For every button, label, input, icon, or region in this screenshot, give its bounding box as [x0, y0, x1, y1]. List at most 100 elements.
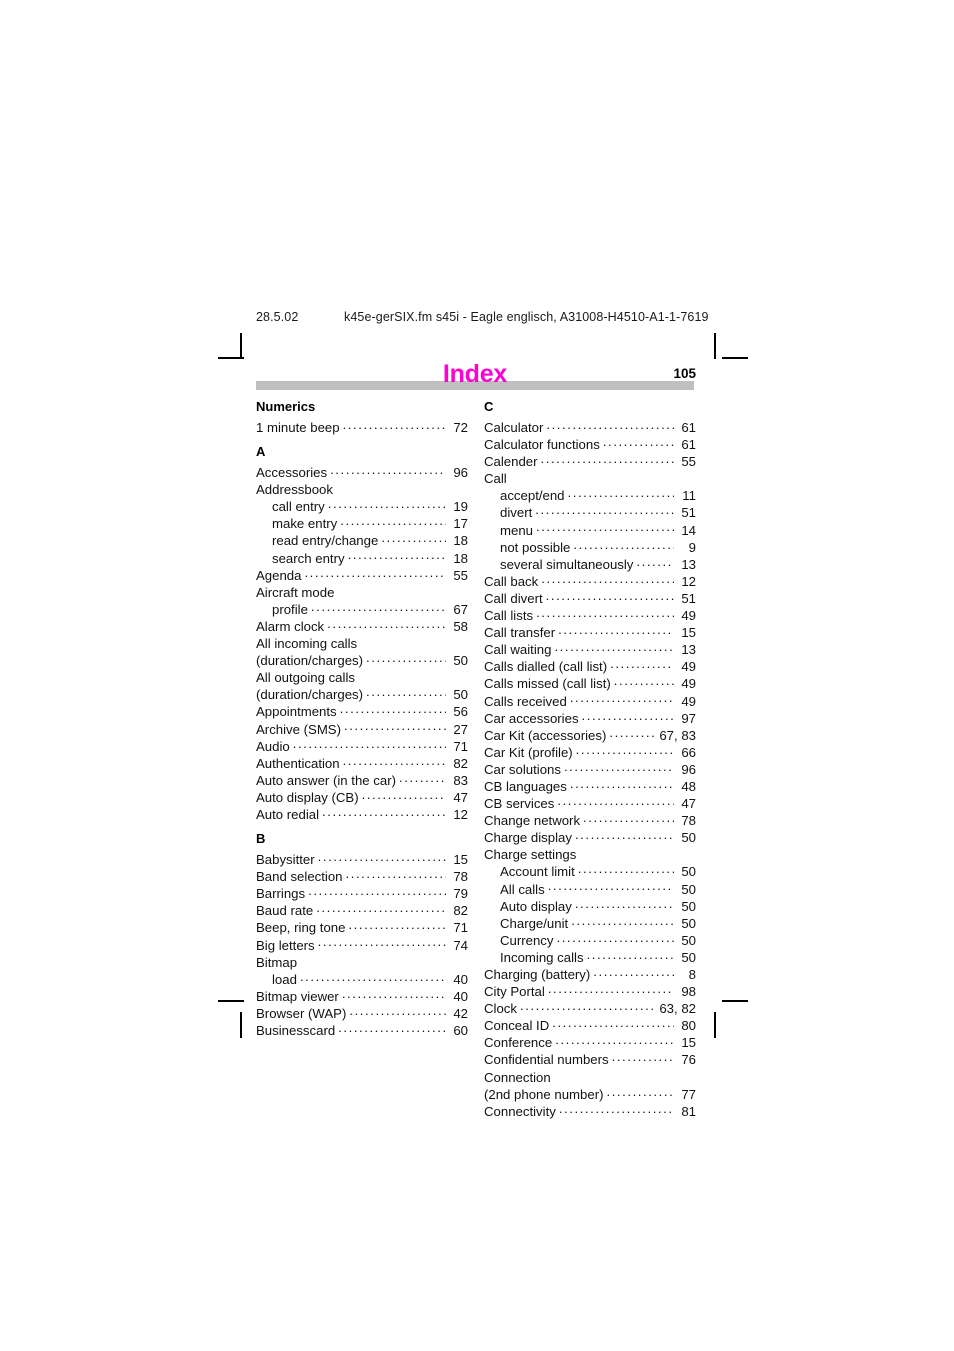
index-entry-page-ref[interactable]: 49 [676, 607, 696, 624]
index-entry-page-ref[interactable]: 40 [448, 988, 468, 1005]
index-entry[interactable]: Charge settings [484, 846, 696, 863]
index-entry[interactable]: Calls received 49 [484, 693, 696, 710]
index-entry-page-ref[interactable]: 78 [448, 868, 468, 885]
index-entry[interactable]: Alarm clock 58 [256, 618, 468, 635]
index-entry[interactable]: Appointments 56 [256, 703, 468, 720]
index-entry-page-ref[interactable]: 49 [676, 658, 696, 675]
index-entry[interactable]: Archive (SMS) 27 [256, 721, 468, 738]
index-entry-page-ref[interactable]: 67, 83 [656, 727, 696, 744]
index-entry[interactable]: load 40 [256, 971, 468, 988]
index-entry[interactable]: menu 14 [484, 522, 696, 539]
index-entry-page-ref[interactable]: 77 [676, 1086, 696, 1103]
index-entry-page-ref[interactable]: 96 [676, 761, 696, 778]
index-entry-page-ref[interactable]: 47 [676, 795, 696, 812]
index-entry-page-ref[interactable]: 81 [676, 1103, 696, 1120]
index-entry[interactable]: Account limit 50 [484, 863, 696, 880]
index-entry[interactable]: Bitmap [256, 954, 468, 971]
index-entry-page-ref[interactable]: 19 [448, 498, 468, 515]
index-entry[interactable]: City Portal 98 [484, 983, 696, 1000]
index-entry[interactable]: Baud rate 82 [256, 902, 468, 919]
index-entry-page-ref[interactable]: 47 [448, 789, 468, 806]
index-entry-page-ref[interactable]: 67 [448, 601, 468, 618]
index-entry-page-ref[interactable]: 9 [676, 539, 696, 556]
index-entry-page-ref[interactable]: 55 [676, 453, 696, 470]
index-entry[interactable]: Barrings 79 [256, 885, 468, 902]
index-entry-page-ref[interactable]: 27 [448, 721, 468, 738]
index-entry-page-ref[interactable]: 82 [448, 902, 468, 919]
index-entry-page-ref[interactable]: 51 [676, 590, 696, 607]
index-entry-page-ref[interactable]: 60 [448, 1022, 468, 1039]
index-entry-page-ref[interactable]: 18 [448, 550, 468, 567]
index-entry-page-ref[interactable]: 98 [676, 983, 696, 1000]
index-entry-page-ref[interactable]: 8 [676, 966, 696, 983]
index-entry-page-ref[interactable]: 55 [448, 567, 468, 584]
index-entry-page-ref[interactable]: 48 [676, 778, 696, 795]
index-entry-page-ref[interactable]: 14 [676, 522, 696, 539]
index-entry[interactable]: Clock 63, 82 [484, 1000, 696, 1017]
index-entry[interactable]: make entry 17 [256, 515, 468, 532]
index-entry[interactable]: Incoming calls 50 [484, 949, 696, 966]
index-entry-page-ref[interactable]: 78 [676, 812, 696, 829]
index-entry[interactable]: divert 51 [484, 504, 696, 521]
index-entry[interactable]: Call lists 49 [484, 607, 696, 624]
index-entry[interactable]: Authentication 82 [256, 755, 468, 772]
index-entry[interactable]: Calls dialled (call list) 49 [484, 658, 696, 675]
index-entry[interactable]: Bitmap viewer 40 [256, 988, 468, 1005]
index-entry[interactable]: CB languages 48 [484, 778, 696, 795]
index-entry[interactable]: All calls 50 [484, 881, 696, 898]
index-entry[interactable]: All outgoing calls [256, 669, 468, 686]
index-entry-page-ref[interactable]: 63, 82 [656, 1000, 696, 1017]
index-entry[interactable]: profile 67 [256, 601, 468, 618]
index-entry-page-ref[interactable]: 80 [676, 1017, 696, 1034]
index-entry[interactable]: Charge/unit 50 [484, 915, 696, 932]
index-entry[interactable]: not possible 9 [484, 539, 696, 556]
index-entry-page-ref[interactable]: 50 [676, 949, 696, 966]
index-entry[interactable]: Babysitter 15 [256, 851, 468, 868]
index-entry-page-ref[interactable]: 74 [448, 937, 468, 954]
index-entry-page-ref[interactable]: 12 [676, 573, 696, 590]
index-entry-page-ref[interactable]: 56 [448, 703, 468, 720]
index-entry[interactable]: Conceal ID 80 [484, 1017, 696, 1034]
index-entry[interactable]: Connection [484, 1069, 696, 1086]
index-entry[interactable]: Car accessories 97 [484, 710, 696, 727]
index-entry-page-ref[interactable]: 83 [448, 772, 468, 789]
index-entry[interactable]: Auto redial 12 [256, 806, 468, 823]
index-entry[interactable]: Car Kit (accessories) 67, 83 [484, 727, 696, 744]
index-entry-page-ref[interactable]: 50 [676, 898, 696, 915]
index-entry-page-ref[interactable]: 96 [448, 464, 468, 481]
index-entry[interactable]: Accessories 96 [256, 464, 468, 481]
index-entry-page-ref[interactable]: 76 [676, 1051, 696, 1068]
index-entry-page-ref[interactable]: 61 [676, 436, 696, 453]
index-entry[interactable]: Businesscard 60 [256, 1022, 468, 1039]
index-entry[interactable]: accept/end 11 [484, 487, 696, 504]
index-entry[interactable]: Browser (WAP) 42 [256, 1005, 468, 1022]
index-entry[interactable]: Calculator functions 61 [484, 436, 696, 453]
index-entry-page-ref[interactable]: 13 [676, 556, 696, 573]
index-entry-page-ref[interactable]: 15 [676, 624, 696, 641]
index-entry-page-ref[interactable]: 71 [448, 738, 468, 755]
index-entry[interactable]: Charge display 50 [484, 829, 696, 846]
index-entry[interactable]: Call waiting 13 [484, 641, 696, 658]
index-entry-page-ref[interactable]: 66 [676, 744, 696, 761]
index-entry[interactable]: 1 minute beep 72 [256, 419, 468, 436]
index-entry[interactable]: Currency 50 [484, 932, 696, 949]
index-entry-page-ref[interactable]: 40 [448, 971, 468, 988]
index-entry-page-ref[interactable]: 50 [676, 829, 696, 846]
index-entry[interactable]: Beep, ring tone 71 [256, 919, 468, 936]
index-entry-page-ref[interactable]: 58 [448, 618, 468, 635]
index-entry-page-ref[interactable]: 97 [676, 710, 696, 727]
index-entry-page-ref[interactable]: 49 [676, 675, 696, 692]
index-entry[interactable]: Addressbook [256, 481, 468, 498]
index-entry[interactable]: (duration/charges) 50 [256, 686, 468, 703]
index-entry-page-ref[interactable]: 11 [676, 487, 696, 504]
index-entry-page-ref[interactable]: 71 [448, 919, 468, 936]
index-entry[interactable]: Calculator 61 [484, 419, 696, 436]
index-entry-page-ref[interactable]: 51 [676, 504, 696, 521]
index-entry[interactable]: Connectivity 81 [484, 1103, 696, 1120]
index-entry[interactable]: Charging (battery) 8 [484, 966, 696, 983]
index-entry-page-ref[interactable]: 17 [448, 515, 468, 532]
index-entry-page-ref[interactable]: 18 [448, 532, 468, 549]
index-entry[interactable]: several simultaneously 13 [484, 556, 696, 573]
index-entry-page-ref[interactable]: 12 [448, 806, 468, 823]
index-entry-page-ref[interactable]: 82 [448, 755, 468, 772]
